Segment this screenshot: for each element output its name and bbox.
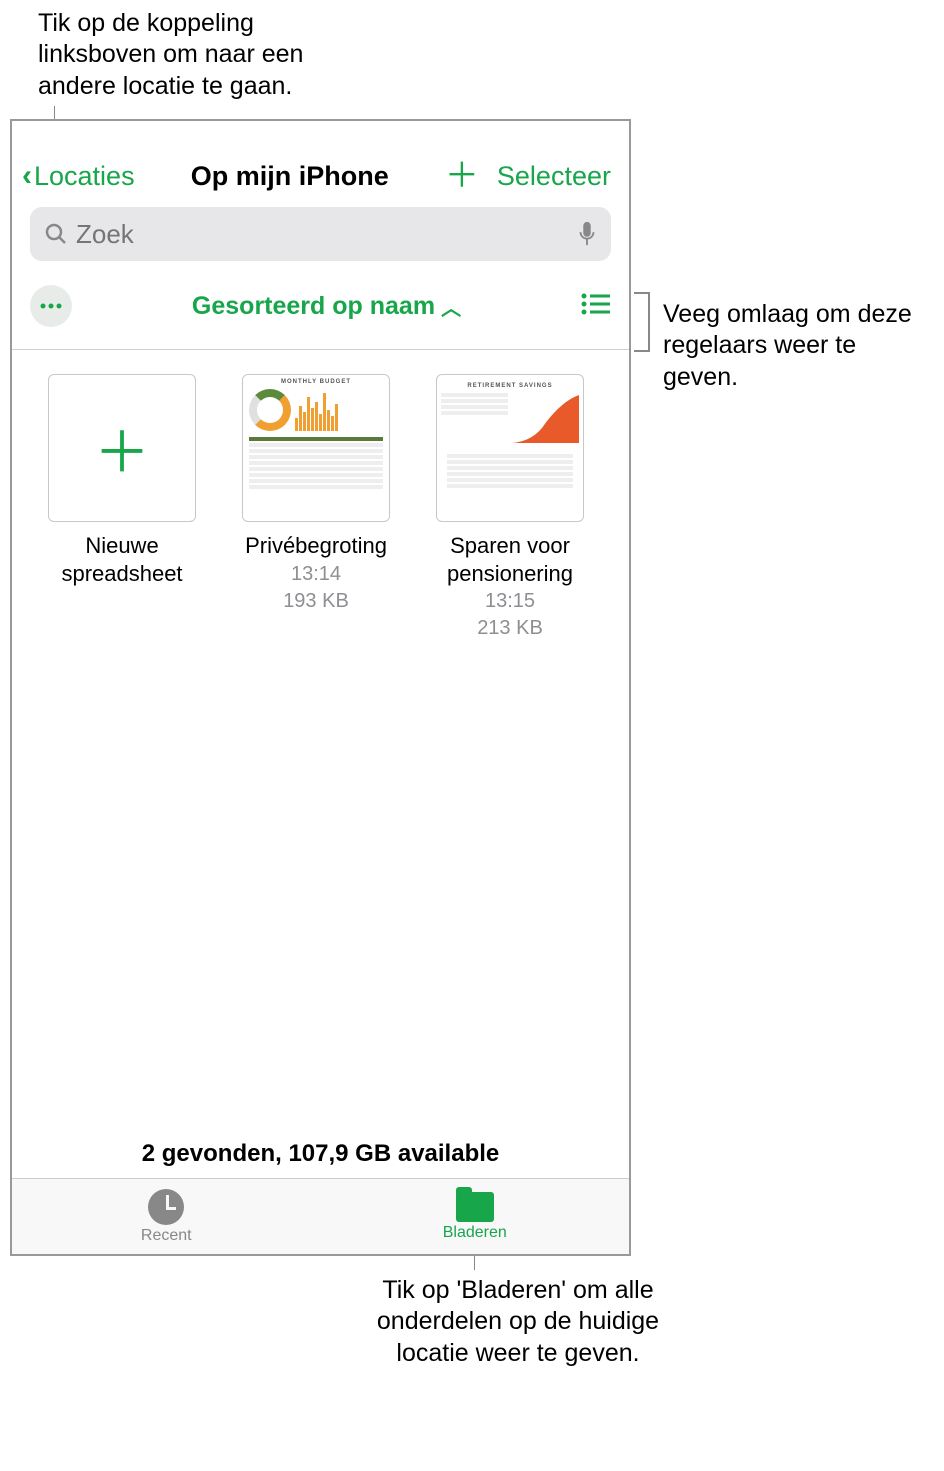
clock-icon [148, 1189, 184, 1225]
new-spreadsheet-label: Nieuwe spreadsheet [42, 532, 202, 587]
back-button[interactable]: ‹ Locaties [22, 159, 135, 193]
file-time: 13:15 [485, 589, 535, 614]
new-spreadsheet-button[interactable]: ＋ Nieuwe spreadsheet [42, 374, 202, 641]
tabbar: Recent Bladeren [12, 1178, 629, 1254]
callout-line [474, 1256, 475, 1270]
navbar: ‹ Locaties Op mijn iPhone ＋ Selecteer [12, 121, 629, 207]
doc-thumb-title: MONTHLY BUDGET [243, 379, 389, 385]
doc-thumb-title: RETIREMENT SAVINGS [441, 383, 579, 389]
more-button[interactable] [30, 285, 72, 327]
file-time: 13:14 [291, 562, 341, 587]
chevron-up-icon: ︿ [441, 292, 461, 321]
callout-bracket [634, 292, 650, 352]
file-label: Sparen voor pensionering [430, 532, 590, 587]
microphone-icon[interactable] [577, 221, 597, 247]
storage-footer: 2 gevonden, 107,9 GB available [12, 1140, 629, 1168]
phone-screenshot: ‹ Locaties Op mijn iPhone ＋ Selecteer [10, 119, 631, 1256]
callout-right: Veeg omlaag om deze regelaars weer te ge… [663, 299, 923, 393]
new-spreadsheet-thumb: ＋ [48, 374, 196, 522]
file-item[interactable]: RETIREMENT SAVINGS [430, 374, 590, 641]
sort-controls-row: Gesorteerd op naam ︿ [12, 275, 629, 343]
folder-icon [456, 1192, 494, 1222]
add-button[interactable]: ＋ [445, 159, 479, 193]
chevron-left-icon: ‹ [22, 159, 32, 193]
callout-bottom: Tik op 'Bladeren' om alle onderdelen op … [358, 1275, 678, 1369]
tab-recent[interactable]: Recent [12, 1179, 321, 1254]
select-button[interactable]: Selecteer [497, 161, 611, 192]
sort-button[interactable]: Gesorteerd op naam ︿ [192, 292, 461, 321]
tab-recent-label: Recent [141, 1227, 192, 1245]
plus-icon: ＋ [94, 408, 150, 489]
file-size: 193 KB [283, 589, 349, 614]
sort-label-text: Gesorteerd op naam [192, 292, 435, 321]
file-size: 213 KB [477, 616, 543, 641]
file-label: Privébegroting [245, 532, 387, 560]
search-input[interactable] [76, 219, 569, 250]
search-icon [44, 222, 68, 246]
back-label: Locaties [34, 161, 135, 192]
files-grid: ＋ Nieuwe spreadsheet MONTHLY BUDGET [12, 350, 629, 665]
callout-top: Tik op de koppeling linksboven om naar e… [38, 8, 378, 102]
search-bar[interactable] [30, 207, 611, 261]
file-thumbnail: RETIREMENT SAVINGS [436, 374, 584, 522]
file-thumbnail: MONTHLY BUDGET [242, 374, 390, 522]
page-title: Op mijn iPhone [191, 161, 389, 192]
file-item[interactable]: MONTHLY BUDGET [236, 374, 396, 641]
list-view-toggle[interactable] [581, 293, 611, 320]
tab-browse-label: Bladeren [443, 1224, 507, 1242]
tab-browse[interactable]: Bladeren [321, 1179, 630, 1254]
